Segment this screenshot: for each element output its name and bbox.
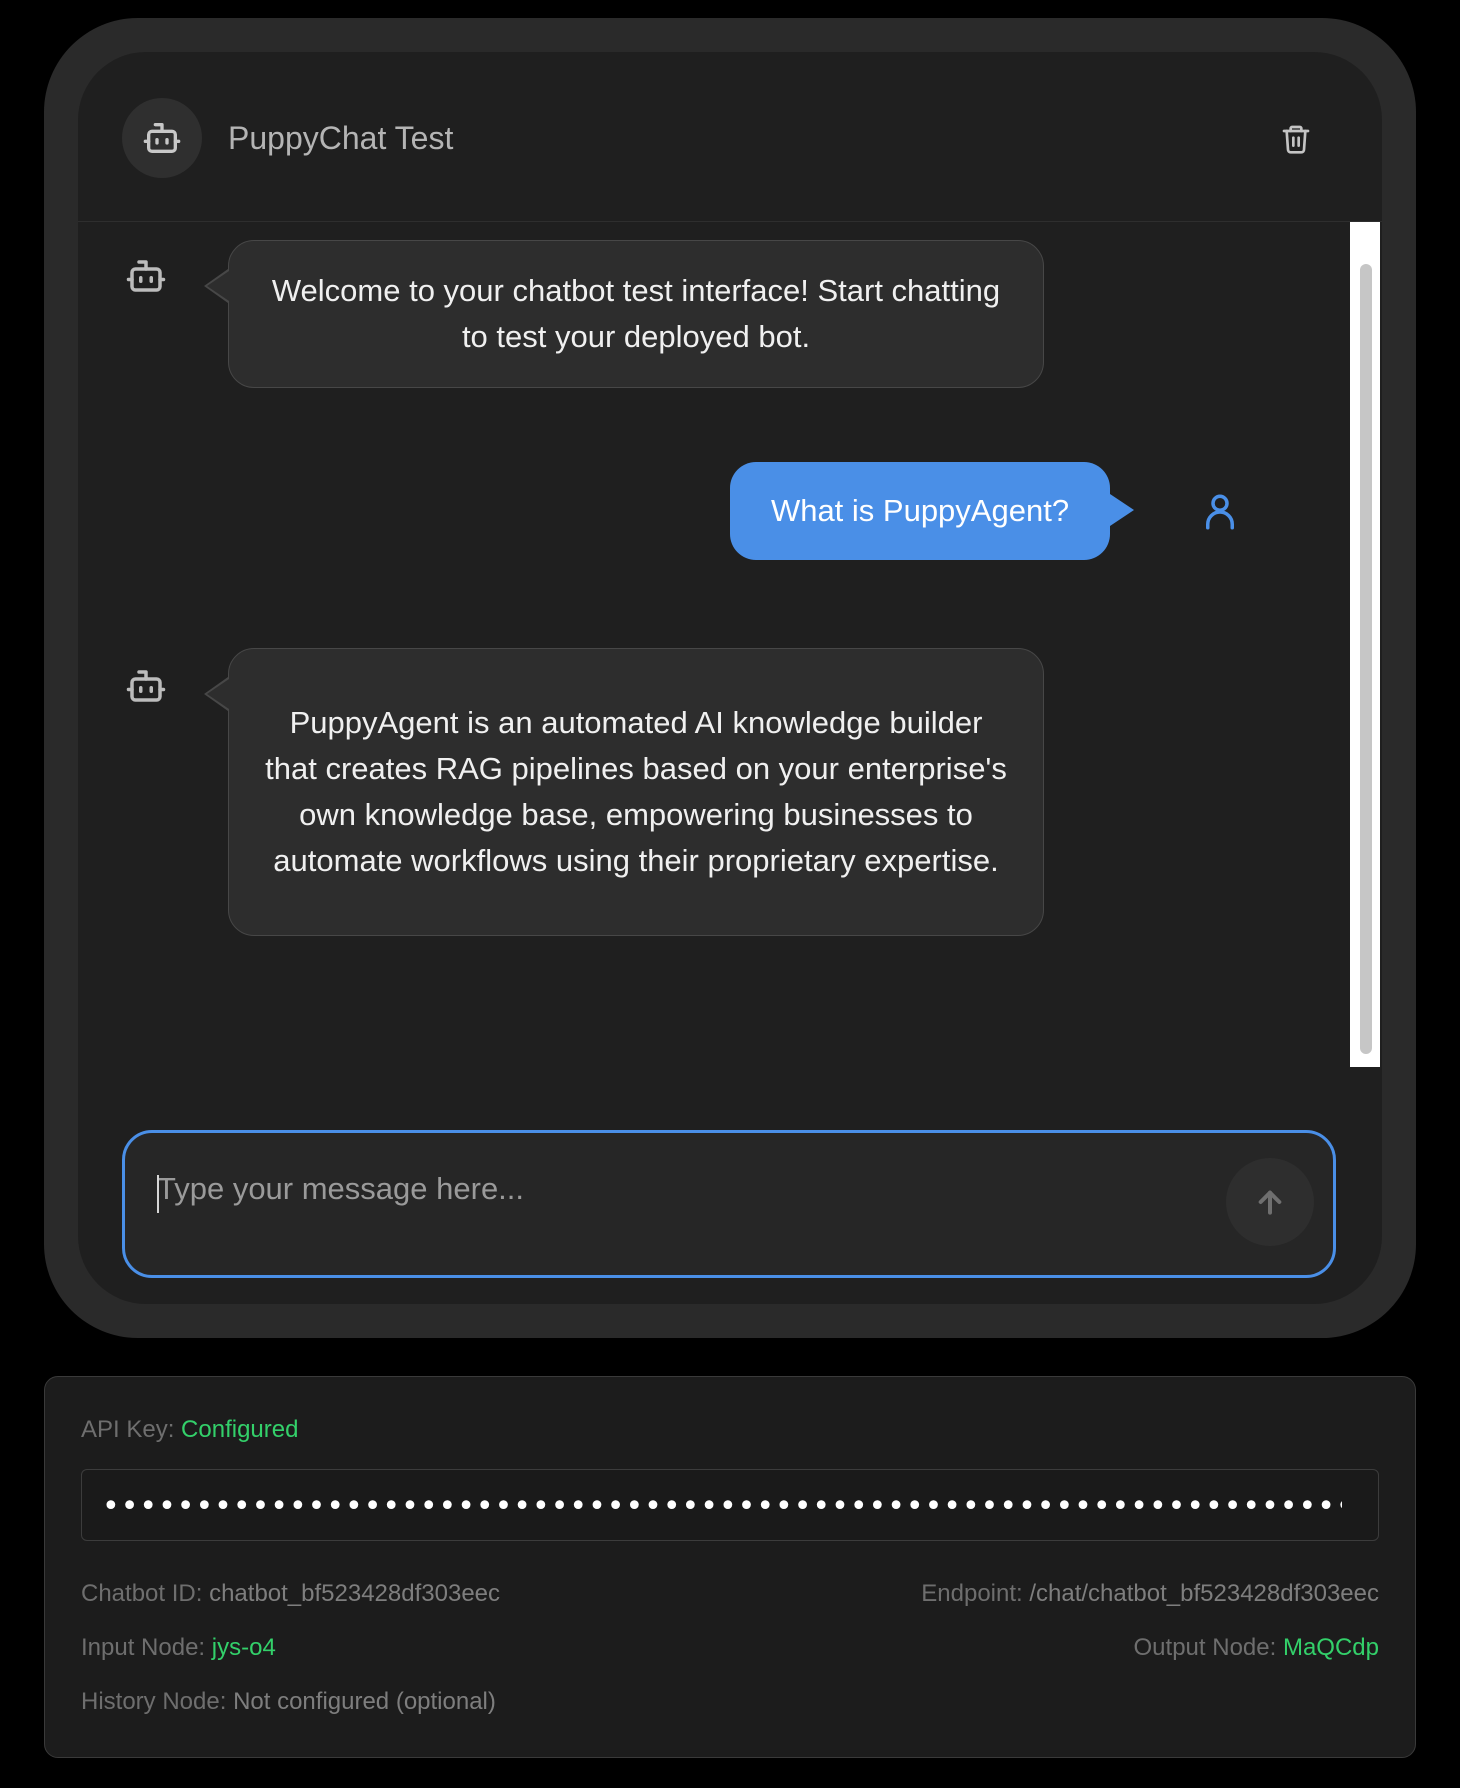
chatbot-id-value: chatbot_bf523428df303eec xyxy=(209,1580,501,1607)
bot-message-bubble: Welcome to your chatbot test interface! … xyxy=(204,240,1044,388)
bot-icon xyxy=(126,670,166,702)
bot-message-bubble: PuppyAgent is an automated AI knowledge … xyxy=(204,648,1044,936)
api-key-label: API Key: xyxy=(81,1416,175,1443)
output-node-label: Output Node: xyxy=(1133,1634,1277,1661)
chat-window-frame: PuppyChat Test Welcome to your chatbot t… xyxy=(44,18,1416,1338)
history-node-row: History Node: Not configured (optional) xyxy=(81,1687,496,1717)
page-title: PuppyChat Test xyxy=(228,120,454,156)
message-text: Welcome to your chatbot test interface! … xyxy=(271,273,1001,354)
message-input-container[interactable] xyxy=(122,1130,1336,1278)
api-key-status: Configured xyxy=(181,1416,299,1443)
input-node-row: Input Node: jys-o4 xyxy=(81,1633,276,1663)
chat-panel: PuppyChat Test Welcome to your chatbot t… xyxy=(78,52,1382,1304)
output-node-value: MaQCdp xyxy=(1282,1634,1379,1661)
message-user-icon xyxy=(1198,490,1242,534)
message-bot-icon xyxy=(124,254,168,298)
input-node-value: jys-o4 xyxy=(211,1634,276,1661)
endpoint-label: Endpoint: xyxy=(921,1580,1023,1607)
history-node-label: History Node: xyxy=(81,1688,227,1715)
message-scrollbar[interactable] xyxy=(1350,222,1380,1067)
api-key-input[interactable] xyxy=(102,1486,1342,1526)
deployment-config-card: API Key: Configured Chatbot ID: chatbot_… xyxy=(44,1376,1416,1758)
header-bot-avatar xyxy=(122,98,202,178)
user-icon xyxy=(1206,494,1234,530)
api-key-field[interactable] xyxy=(81,1469,1379,1541)
clear-chat-button[interactable] xyxy=(1276,118,1316,160)
send-button[interactable] xyxy=(1226,1158,1314,1246)
user-message-bubble: What is PuppyAgent? xyxy=(730,462,1134,560)
bot-icon xyxy=(126,260,166,292)
arrow-up-icon[interactable] xyxy=(1254,1186,1286,1218)
message-list: Welcome to your chatbot test interface! … xyxy=(78,222,1350,1067)
message-bot-icon xyxy=(124,664,168,708)
scrollbar-thumb[interactable] xyxy=(1360,264,1372,1054)
endpoint-row: Endpoint: /chat/chatbot_bf523428df303eec xyxy=(921,1579,1379,1609)
message-text: What is PuppyAgent? xyxy=(770,493,1070,528)
chatbot-id-label: Chatbot ID: xyxy=(81,1580,203,1607)
output-node-row: Output Node: MaQCdp xyxy=(1134,1633,1379,1663)
chatbot-id-row: Chatbot ID: chatbot_bf523428df303eec xyxy=(81,1579,500,1609)
trash-icon[interactable] xyxy=(1280,122,1312,156)
endpoint-value: /chat/chatbot_bf523428df303eec xyxy=(1029,1580,1379,1607)
bot-icon xyxy=(143,123,181,153)
input-node-label: Input Node: xyxy=(81,1634,206,1661)
history-node-value: Not configured (optional) xyxy=(233,1688,496,1715)
chat-header: PuppyChat Test xyxy=(78,52,1382,222)
message-input[interactable] xyxy=(157,1169,1157,1229)
message-text: PuppyAgent is an automated AI knowledge … xyxy=(265,705,1007,878)
api-key-status-row: API Key: Configured xyxy=(81,1415,298,1445)
text-caret xyxy=(157,1175,159,1213)
